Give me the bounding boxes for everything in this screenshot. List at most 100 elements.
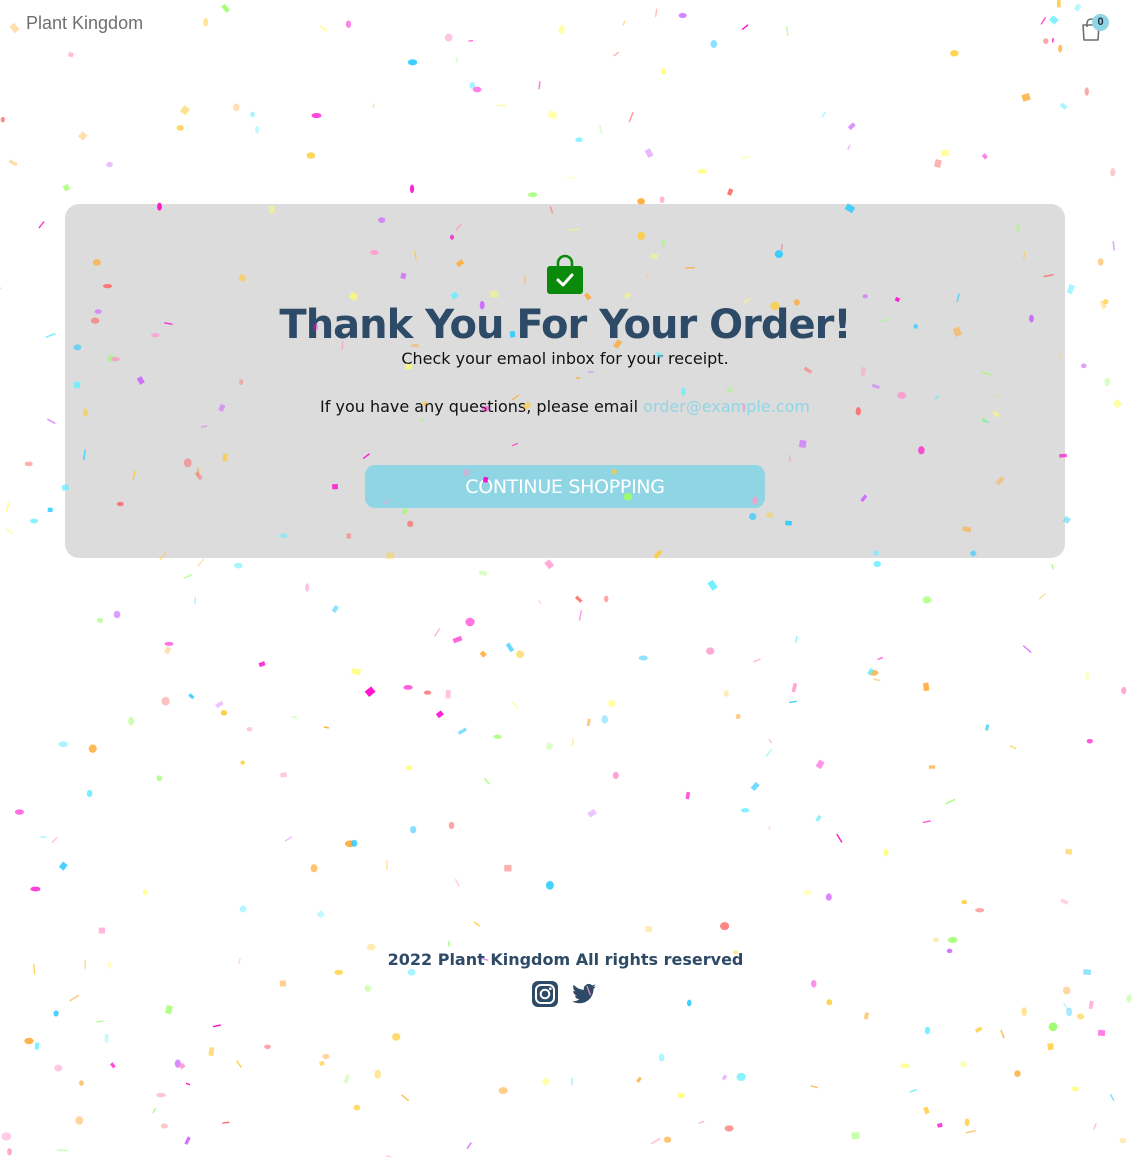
confetti-piece [279,980,287,987]
confetti-piece [613,51,620,57]
cart-button[interactable]: 0 [1080,14,1112,42]
page-title: Thank You For Your Order! [279,302,851,348]
confetti-piece [5,502,10,512]
confetti-piece [433,628,441,638]
confetti-piece [1104,377,1111,386]
confetti-piece [184,1136,191,1145]
confetti-piece [410,825,417,834]
confetti-piece [1000,1029,1005,1039]
confetti-piece [78,131,88,141]
instagram-icon[interactable] [532,981,558,1007]
confetti-piece [960,1061,966,1068]
confetti-piece [258,661,266,668]
confetti-piece [30,886,41,892]
confetti-piece [586,718,591,727]
shopping-bag-check-icon [547,254,583,294]
confetti-piece [291,715,298,719]
confetti-piece [96,617,104,624]
confetti-piece [364,984,372,993]
confetti-piece [343,1074,350,1084]
confetti-piece [197,558,205,567]
confetti-piece [603,595,609,603]
continue-shopping-button[interactable]: Continue Shopping [365,465,765,508]
confetti-piece [323,726,330,729]
contact-email-link[interactable]: order@example.com [643,397,810,416]
confetti-piece [264,1044,271,1049]
confetti-piece [1083,969,1092,976]
confetti-piece [933,937,939,943]
confetti-piece [928,765,936,769]
confetti-piece [677,1092,685,1099]
confetti-piece [96,1020,104,1023]
confetti-piece [407,59,418,66]
confetti-piece [575,137,583,143]
confetti-piece [104,1033,109,1043]
site-header: Plant Kingdom 0 [0,0,1131,50]
confetti-piece [142,889,148,896]
confetti-piece [364,686,376,697]
confetti-piece [826,999,833,1006]
footer-copyright: 2022 Plant Kingdom All rights reserved [387,950,744,969]
confetti-piece [24,461,33,467]
confetti-piece [802,890,812,896]
twitter-icon[interactable] [571,981,597,1007]
confetti-piece [1112,241,1115,251]
confetti-piece [311,112,322,119]
confetti-piece [1097,1029,1106,1037]
confetti-piece [909,1088,917,1093]
confetti-piece [836,833,843,843]
confetti-piece [765,748,773,757]
confetti-piece [194,596,197,604]
confetti-overlay [0,0,1131,1157]
confetti-piece [644,148,654,159]
confetti-piece [1051,563,1055,570]
confetti-piece [86,789,93,798]
confetti-piece [407,968,416,976]
confetti-piece [372,103,375,108]
confetti-piece [392,1032,401,1041]
confetti-piece [727,188,734,196]
confetti-piece [741,156,750,159]
confetti-piece [740,808,750,813]
confetti-piece [319,1060,325,1066]
brand-logo-link[interactable]: Plant Kingdom [26,13,143,34]
confetti-piece [455,57,459,63]
confetti-piece [869,670,879,676]
confetti-piece [0,283,1,292]
confetti-piece [448,821,455,830]
confetti-piece [587,808,597,818]
confetti-piece [924,1026,931,1035]
confetti-piece [179,105,190,116]
confetti-piece [34,1042,40,1050]
confetti-piece [403,685,413,690]
confetti-piece [53,1010,59,1017]
confetti-piece [29,518,39,524]
confetti-piece [479,650,487,658]
confetti-piece [661,68,666,75]
confetti-piece [156,775,163,782]
confetti-piece [113,610,121,619]
receipt-message: Check your emaol inbox for your receipt. [401,349,729,368]
confetti-piece [663,1136,672,1143]
confetti-piece [867,667,874,676]
confetti-piece [1,1132,12,1141]
confetti-piece [571,738,574,746]
confetti-piece [235,1060,242,1068]
confetti-piece [465,617,475,627]
contact-message: If you have any questions, please email … [65,397,1065,416]
confetti-piece [961,899,967,905]
cart-count-badge: 0 [1092,14,1109,31]
confetti-piece [188,693,195,700]
confetti-piece [900,1063,910,1069]
confetti-piece [863,1012,870,1020]
confetti-piece [344,840,355,848]
confetti-piece [435,710,444,719]
confetti-piece [1066,1007,1073,1017]
confetti-piece [46,418,56,425]
confetti-piece [538,599,542,605]
confetti-piece [575,595,583,603]
confetti-piece [768,738,773,744]
confetti-piece [58,861,68,871]
confetti-piece [447,940,451,947]
confetti-piece [478,570,488,577]
